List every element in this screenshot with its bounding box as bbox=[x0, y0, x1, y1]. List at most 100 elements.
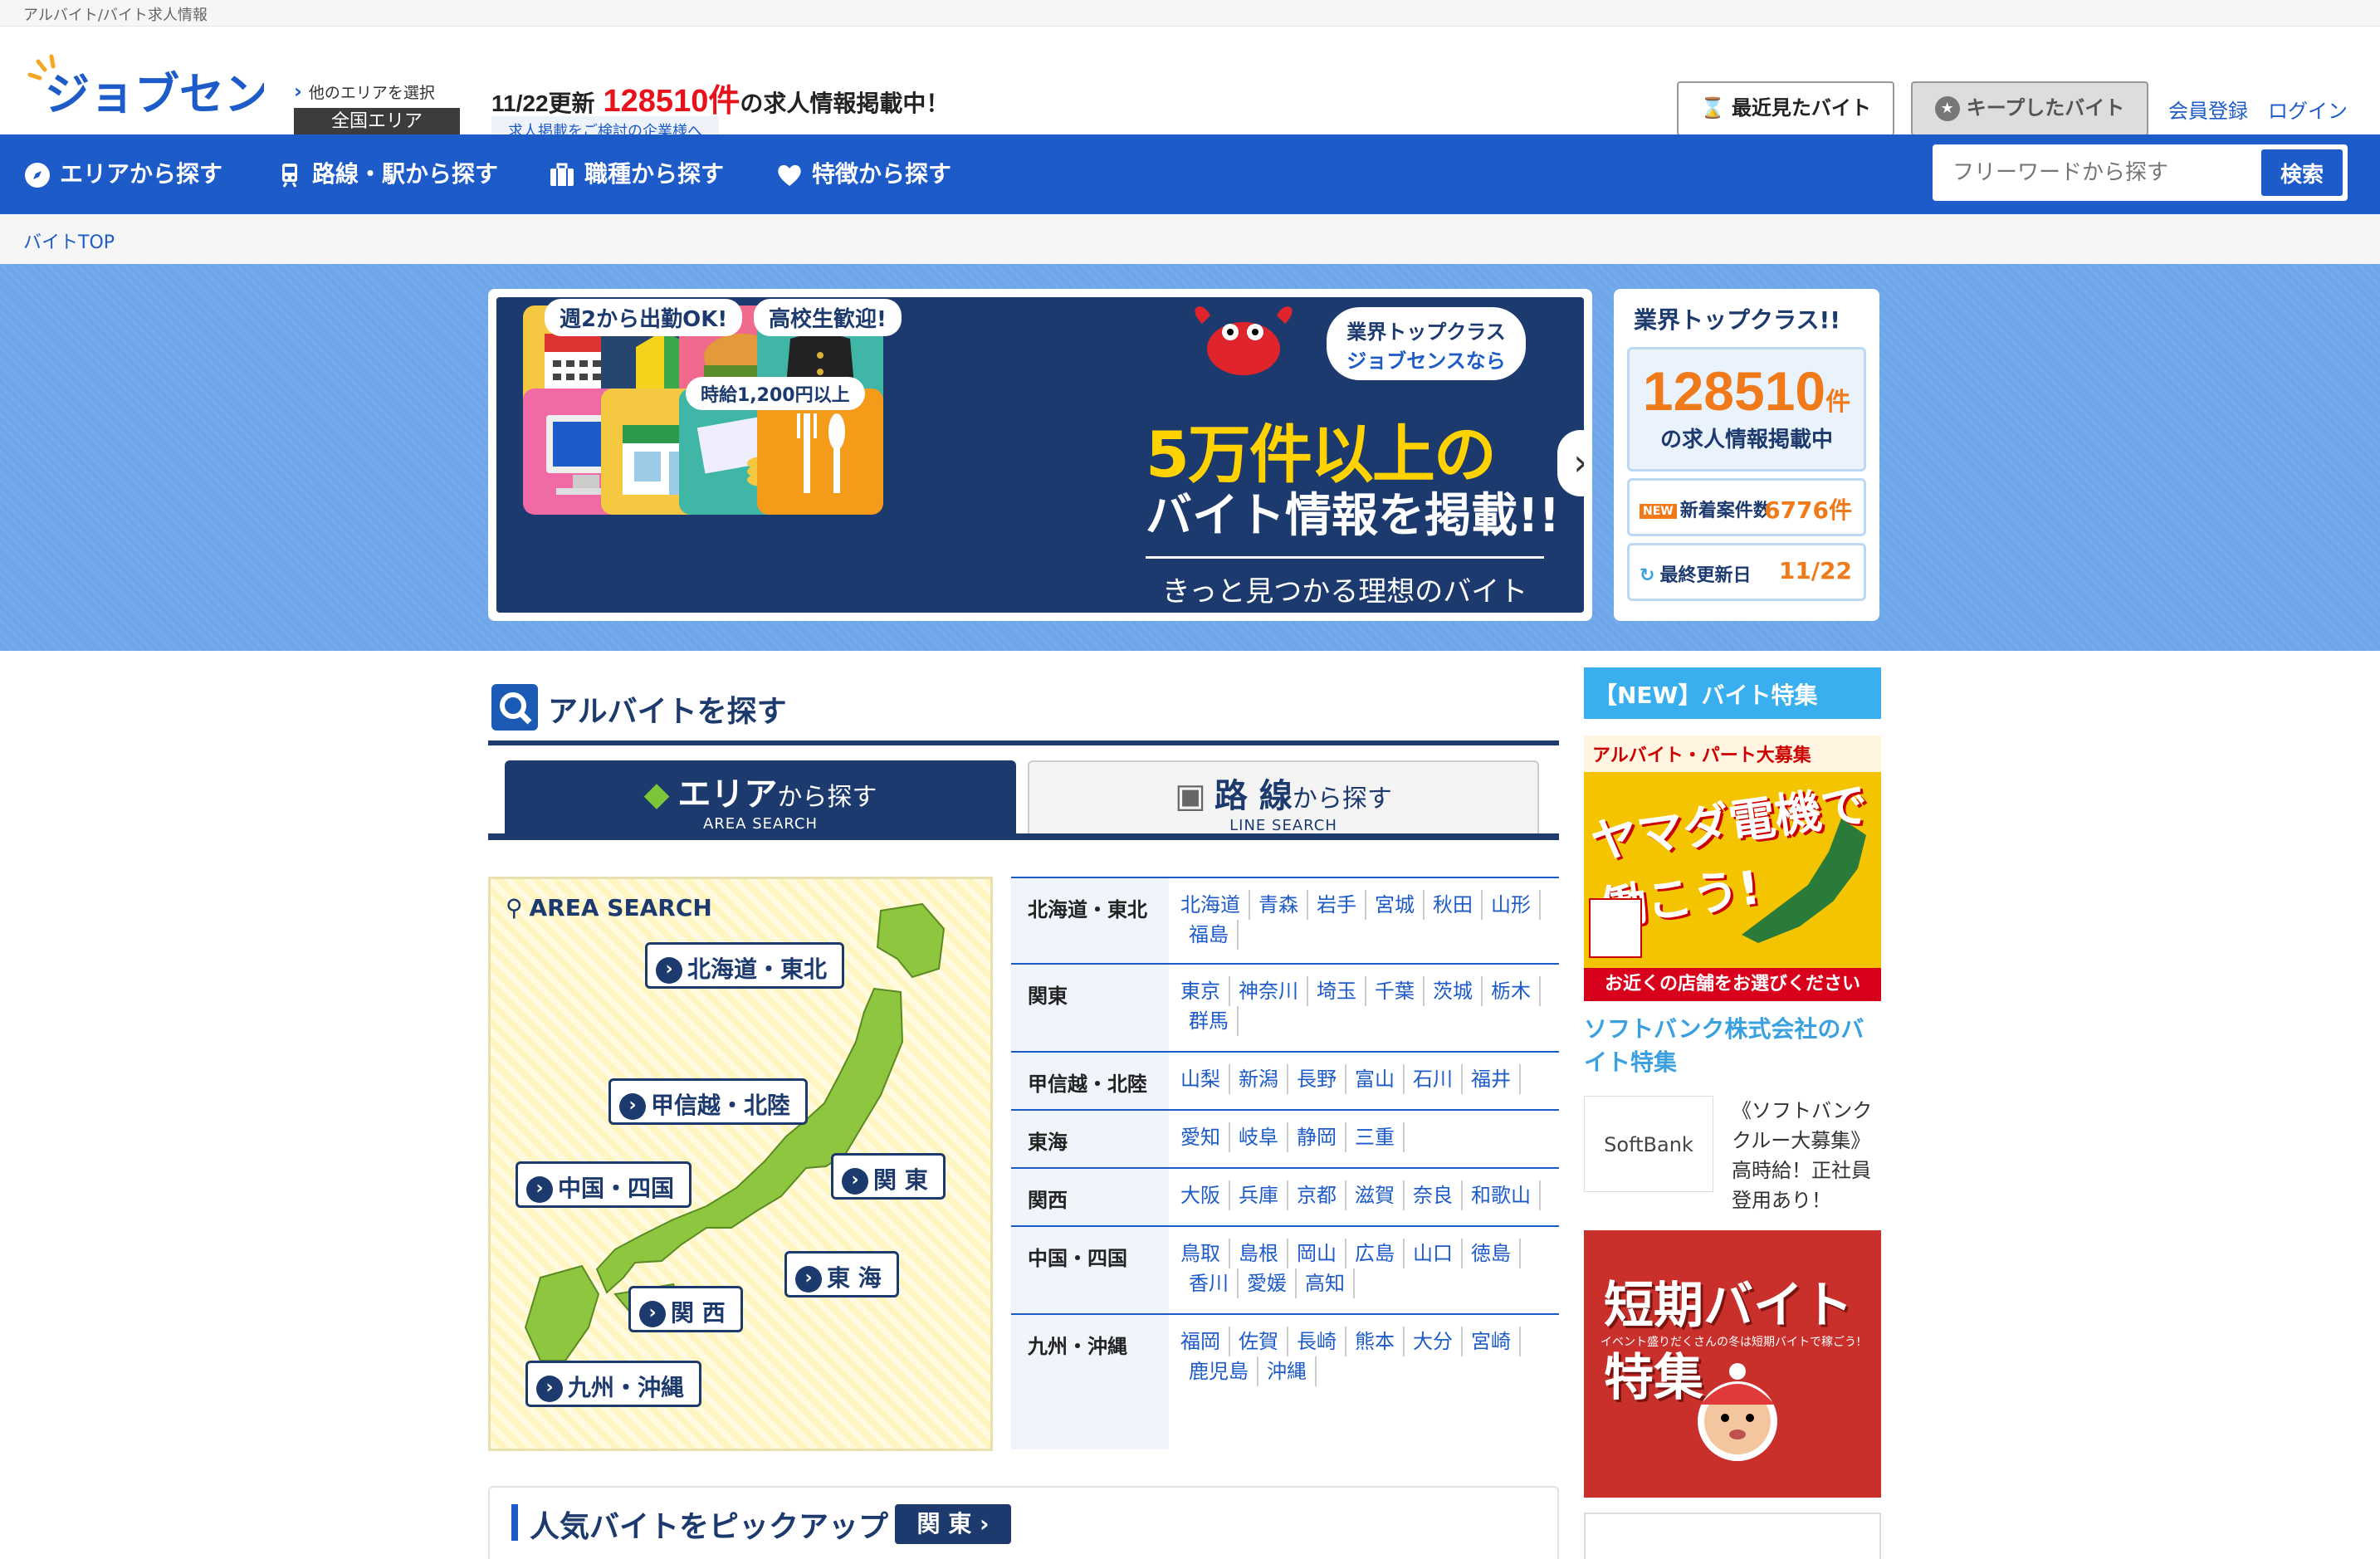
pref-link[interactable]: 福岡 bbox=[1180, 1327, 1230, 1356]
pref-links: 山梨 新潟 長野 富山 石川 福井 bbox=[1169, 1053, 1559, 1102]
pref-link[interactable]: 石川 bbox=[1405, 1064, 1463, 1094]
area-select-label[interactable]: 他のエリアを選択 bbox=[294, 80, 460, 103]
pref-link[interactable]: 東京 bbox=[1180, 976, 1230, 1006]
pref-link[interactable]: 広島 bbox=[1346, 1239, 1405, 1268]
pref-link[interactable]: 岩手 bbox=[1308, 890, 1366, 920]
pref-link[interactable]: 山梨 bbox=[1180, 1064, 1230, 1094]
pref-link[interactable]: 鳥取 bbox=[1180, 1239, 1230, 1268]
breadcrumb-home[interactable]: バイトTOP bbox=[23, 232, 115, 253]
carousel-next-button[interactable]: › bbox=[1557, 430, 1584, 496]
pickup-region-button[interactable]: 関 東 › bbox=[895, 1504, 1011, 1544]
pref-link[interactable]: 沖縄 bbox=[1258, 1356, 1317, 1386]
pref-link[interactable]: 徳島 bbox=[1463, 1239, 1521, 1268]
japan-map-icon bbox=[1742, 819, 1866, 943]
nav-feature-search[interactable]: 特徴から探す bbox=[775, 156, 951, 193]
pref-link[interactable]: 愛媛 bbox=[1239, 1268, 1297, 1298]
pref-link[interactable]: 長野 bbox=[1288, 1064, 1346, 1094]
search-button[interactable]: 検索 bbox=[2261, 149, 2343, 196]
area-row-hokkaido-tohoku: 北海道・東北 北海道 青森 岩手 宮城 秋田 山形福島 bbox=[1011, 877, 1559, 965]
update-suffix: の求人情報掲載中！ bbox=[740, 90, 950, 116]
softbank-feature-link[interactable]: ソフトバンク株式会社のバイト特集 bbox=[1584, 1013, 1881, 1079]
pref-link[interactable]: 茨城 bbox=[1425, 976, 1483, 1006]
area-row-tokai: 東海 愛知 岐阜 静岡 三重 bbox=[1011, 1111, 1559, 1169]
pref-link[interactable]: 岐阜 bbox=[1230, 1122, 1288, 1152]
yamada-banner[interactable]: アルバイト・パート大募集 ヤマダ電機で働こう! お近くの店舗をお選びください bbox=[1584, 736, 1881, 1001]
tab-area-main: エリア bbox=[677, 775, 778, 814]
chevron-right-icon: › bbox=[639, 1301, 666, 1327]
pref-link[interactable]: 大阪 bbox=[1180, 1180, 1230, 1210]
pref-links: 愛知 岐阜 静岡 三重 bbox=[1169, 1111, 1559, 1161]
stats-count-sub: の求人情報掲載中 bbox=[1659, 428, 1833, 452]
pref-link[interactable]: 京都 bbox=[1288, 1180, 1346, 1210]
map-button-tokai[interactable]: › 東 海 bbox=[784, 1251, 899, 1298]
pref-link[interactable]: 静岡 bbox=[1288, 1122, 1346, 1152]
pref-link[interactable]: 北海道 bbox=[1180, 890, 1250, 920]
chevron-right-icon: › bbox=[619, 1093, 646, 1120]
pref-link[interactable]: 熊本 bbox=[1346, 1327, 1405, 1356]
freeword-input[interactable] bbox=[1933, 144, 2260, 201]
pref-link[interactable]: 青森 bbox=[1250, 890, 1308, 920]
pref-link[interactable]: 鹿児島 bbox=[1180, 1356, 1258, 1386]
top-strip: アルバイト/バイト求人情報 bbox=[0, 0, 2380, 27]
nav-line-search[interactable]: 路線・駅から探す bbox=[276, 156, 498, 193]
pref-link[interactable]: 兵庫 bbox=[1230, 1180, 1288, 1210]
stats-updated-row: ↻ 最終更新日 11/22 bbox=[1627, 543, 1866, 601]
star-icon: ★ bbox=[1934, 96, 1960, 121]
site-logo[interactable]: ジョブセンス bbox=[23, 53, 313, 144]
nav-job-search[interactable]: 職種から探す bbox=[548, 156, 724, 193]
pref-link[interactable]: 群馬 bbox=[1180, 1006, 1239, 1036]
pref-link[interactable]: 新潟 bbox=[1230, 1064, 1288, 1094]
pref-link[interactable]: 岡山 bbox=[1288, 1239, 1346, 1268]
softbank-card[interactable]: SoftBank 《ソフトバンク クルー大募集》 高時給！正社員 登用あり！ bbox=[1584, 1096, 1881, 1212]
pref-link[interactable]: 宮城 bbox=[1366, 890, 1425, 920]
pref-link[interactable]: 三重 bbox=[1346, 1122, 1405, 1152]
stats-updated-label: 最終更新日 bbox=[1659, 565, 1752, 586]
tab-line-search[interactable]: ▣ 路 線から探す LINE SEARCH bbox=[1028, 760, 1539, 835]
pref-link[interactable]: 神奈川 bbox=[1230, 976, 1308, 1006]
pref-link[interactable]: 香川 bbox=[1180, 1268, 1239, 1298]
pickup-section: 人気バイトをピックアップ 関 東 › bbox=[488, 1486, 1559, 1559]
pref-link[interactable]: 宮崎 bbox=[1463, 1327, 1521, 1356]
pref-link[interactable]: 栃木 bbox=[1483, 976, 1541, 1006]
pref-link[interactable]: 愛知 bbox=[1180, 1122, 1230, 1152]
pref-link[interactable]: 佐賀 bbox=[1230, 1327, 1288, 1356]
japan-map-icon: ◆ bbox=[643, 775, 670, 814]
nav-area-search[interactable]: エリアから探す bbox=[23, 156, 222, 193]
tab-area-search[interactable]: ◆ エリアから探す AREA SEARCH bbox=[505, 760, 1016, 835]
pref-link[interactable]: 福島 bbox=[1180, 920, 1239, 950]
recent-viewed-button[interactable]: ⌛ 最近見たバイト bbox=[1677, 81, 1894, 136]
pref-link[interactable]: 埼玉 bbox=[1308, 976, 1366, 1006]
short-term-banner[interactable]: 短期バイト特集 イベント盛りだくさんの冬は短期バイトで稼ごう! bbox=[1584, 1230, 1881, 1498]
search-icon bbox=[491, 684, 538, 731]
pref-link[interactable]: 和歌山 bbox=[1463, 1180, 1541, 1210]
pref-link[interactable]: 千葉 bbox=[1366, 976, 1425, 1006]
map-button-chugoku-shikoku[interactable]: › 中国・四国 bbox=[516, 1161, 692, 1208]
refresh-icon: ↻ bbox=[1640, 565, 1655, 586]
map-button-kyushu-okinawa[interactable]: › 九州・沖縄 bbox=[525, 1361, 702, 1407]
pref-link[interactable]: 山形 bbox=[1483, 890, 1541, 920]
pref-link[interactable]: 島根 bbox=[1230, 1239, 1288, 1268]
pref-link[interactable]: 福井 bbox=[1463, 1064, 1521, 1094]
pref-link[interactable]: 大分 bbox=[1405, 1327, 1463, 1356]
pref-link[interactable]: 滋賀 bbox=[1346, 1180, 1405, 1210]
map-button-kanto[interactable]: › 関 東 bbox=[831, 1153, 946, 1200]
map-button-kansai[interactable]: › 関 西 bbox=[628, 1286, 743, 1332]
chevron-right-icon: › bbox=[526, 1176, 553, 1203]
pref-link[interactable]: 秋田 bbox=[1425, 890, 1483, 920]
area-select-button[interactable]: 全国エリア bbox=[294, 108, 460, 136]
kept-jobs-button[interactable]: ★ キープしたバイト bbox=[1911, 81, 2148, 136]
hero-banner[interactable]: 週2から出勤OK! 高校生歓迎! 時給1,200円以上 業界トップクラス ジョブセ… bbox=[488, 289, 1592, 621]
register-link[interactable]: 会員登録 bbox=[2168, 95, 2248, 124]
softbank-desc-line: クルー大募集》 bbox=[1732, 1129, 1871, 1152]
tab-area-en: AREA SEARCH bbox=[702, 815, 819, 833]
login-link[interactable]: ログイン bbox=[2268, 95, 2348, 124]
map-button-koshinetsu-hokuriku[interactable]: › 甲信越・北陸 bbox=[608, 1078, 809, 1125]
update-info: 11/22更新 128510件の求人情報掲載中！ bbox=[491, 75, 949, 120]
pref-link[interactable]: 高知 bbox=[1297, 1268, 1355, 1298]
pref-link[interactable]: 富山 bbox=[1346, 1064, 1405, 1094]
pref-link[interactable]: 奈良 bbox=[1405, 1180, 1463, 1210]
pref-link[interactable]: 山口 bbox=[1405, 1239, 1463, 1268]
map-button-hokkaido-tohoku[interactable]: › 北海道・東北 bbox=[645, 942, 845, 989]
pref-link[interactable]: 長崎 bbox=[1288, 1327, 1346, 1356]
pickup-bar bbox=[511, 1504, 518, 1541]
